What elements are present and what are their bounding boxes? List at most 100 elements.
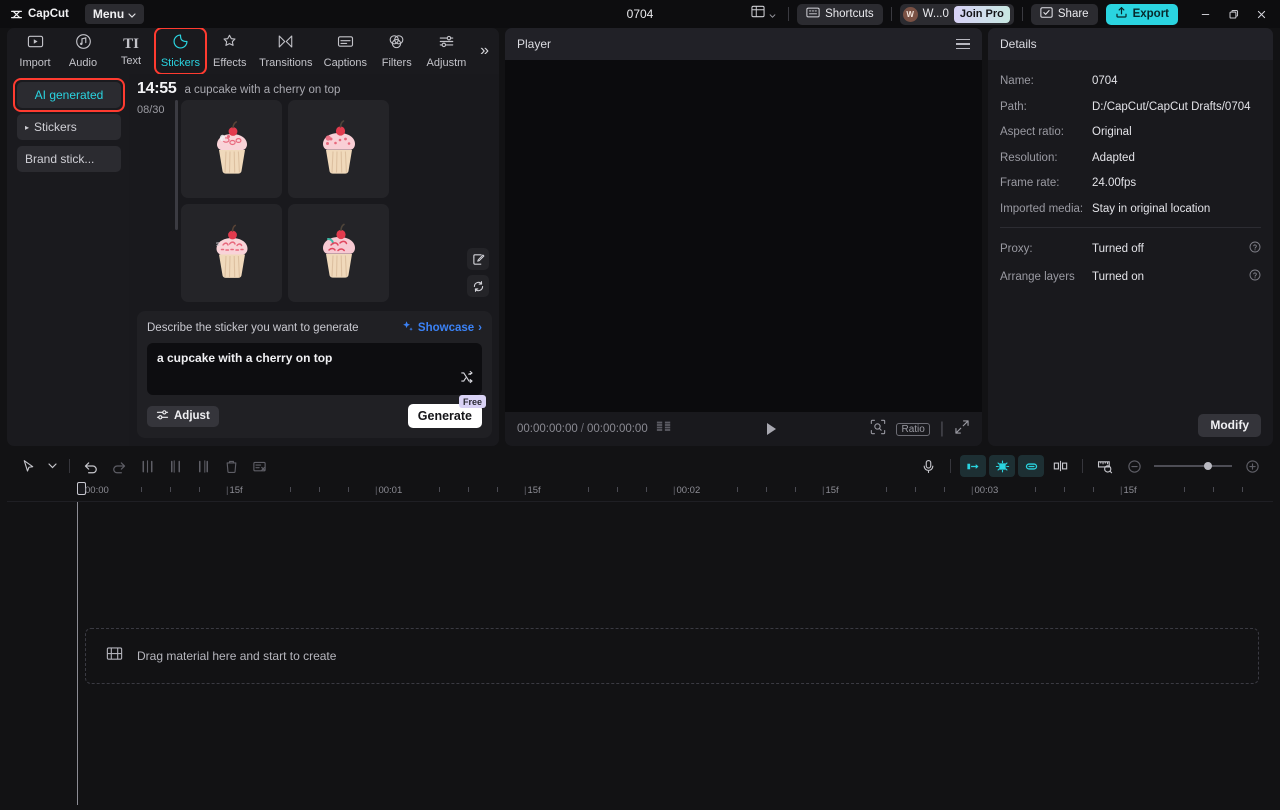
sticker-thumbnail[interactable]: [181, 100, 282, 198]
maximize-button[interactable]: [1220, 2, 1246, 26]
select-tool[interactable]: [15, 455, 41, 477]
generate-label: Generate: [418, 409, 472, 423]
dropzone-label: Drag material here and start to create: [137, 649, 336, 663]
ratio-button[interactable]: Ratio: [896, 423, 929, 436]
frame-view-icon[interactable]: [656, 420, 672, 438]
export-button[interactable]: Export: [1106, 4, 1178, 25]
split-button[interactable]: [134, 455, 160, 477]
edit-icon[interactable]: [467, 248, 489, 270]
showcase-link[interactable]: Showcase ›: [401, 320, 482, 336]
help-icon[interactable]: [1249, 269, 1261, 285]
close-button[interactable]: [1248, 2, 1274, 26]
timeline-tracks[interactable]: Drag material here and start to create: [7, 502, 1273, 805]
snap-left-button[interactable]: [960, 455, 986, 477]
user-account[interactable]: W W...0 Join Pro: [900, 4, 1014, 25]
scrollbar-thumb[interactable]: [175, 100, 178, 230]
fullscreen-icon[interactable]: [954, 419, 970, 440]
ruler-label: 00:03: [974, 485, 998, 496]
tab-filters[interactable]: Filters: [373, 29, 421, 73]
cupcake-sticker-1-icon: [199, 118, 265, 180]
zoom-fit-icon[interactable]: [870, 419, 886, 440]
sidebar-item-brand-stickers[interactable]: Brand stick...: [17, 146, 121, 172]
zoom-out-button[interactable]: [1121, 455, 1147, 477]
divider: |: [940, 420, 944, 438]
share-button[interactable]: Share: [1031, 4, 1098, 25]
tab-effects[interactable]: Effects: [206, 29, 254, 73]
auto-snap-button[interactable]: [989, 455, 1015, 477]
zoom-slider[interactable]: [1154, 465, 1232, 467]
sticker-grid-wrap: s: [181, 100, 459, 305]
sidebar-item-label: Stickers: [34, 120, 77, 134]
timeline-dropzone[interactable]: Drag material here and start to create: [85, 628, 1259, 684]
playhead-line[interactable]: [77, 502, 78, 805]
sticker-thumbnail[interactable]: s: [181, 204, 282, 302]
zoom-in-button[interactable]: [1239, 455, 1265, 477]
modify-button[interactable]: Modify: [1198, 414, 1261, 437]
tab-stickers[interactable]: Stickers: [155, 29, 206, 73]
effects-icon: [221, 33, 238, 55]
measure-button[interactable]: [1092, 455, 1118, 477]
zoom-slider-knob[interactable]: [1204, 462, 1212, 470]
sidebar-item-ai-generated[interactable]: AI generated: [17, 82, 121, 108]
time-separator: /: [581, 423, 584, 435]
ruler-minor-tick: [1093, 487, 1094, 492]
shuffle-icon[interactable]: [460, 370, 474, 389]
tab-transitions[interactable]: Transitions: [254, 29, 318, 73]
trim-right-button[interactable]: [190, 455, 216, 477]
tab-captions[interactable]: Captions: [318, 29, 373, 73]
cupcake-sticker-2-icon: [306, 118, 372, 180]
detail-key: Name:: [1000, 74, 1092, 88]
total-time: 00:00:00:00: [587, 423, 648, 435]
undo-button[interactable]: [78, 455, 104, 477]
ruler-minor-tick: [439, 487, 440, 492]
play-icon[interactable]: [767, 423, 776, 435]
prompt-input[interactable]: a cupcake with a cherry on top: [147, 343, 482, 395]
prompt-input-value: a cupcake with a cherry on top: [157, 351, 472, 365]
sidebar-item-stickers[interactable]: ▸ Stickers: [17, 114, 121, 140]
minimize-button[interactable]: [1192, 2, 1218, 26]
player-title: Player: [517, 37, 551, 51]
tab-text[interactable]: TI Text: [107, 29, 155, 73]
adjust-button[interactable]: Adjust: [147, 406, 219, 427]
layout-selector[interactable]: [747, 3, 780, 25]
sticker-scrollbar[interactable]: [175, 100, 178, 302]
sticker-thumbnail[interactable]: [288, 100, 389, 198]
tab-audio[interactable]: Audio: [59, 29, 107, 73]
sticker-thumbnail[interactable]: [288, 204, 389, 302]
transitions-icon: [277, 33, 294, 55]
more-tabs-button[interactable]: »: [474, 42, 495, 60]
snap-right-button[interactable]: [1018, 455, 1044, 477]
ruler-minor-tick: [141, 487, 142, 492]
detail-row-resolution: Resolution: Adapted: [1000, 151, 1261, 165]
tab-adjustment[interactable]: Adjustm: [421, 29, 472, 73]
timeline-toolbar: [7, 452, 1273, 480]
library-tabs: Import Audio TI Text Stickers: [7, 28, 499, 74]
player-view-options: Ratio |: [870, 419, 970, 440]
join-pro-badge[interactable]: Join Pro: [954, 6, 1010, 23]
user-name: W...0: [923, 8, 949, 20]
ruler-label: 15f: [229, 485, 242, 496]
prompt-label: Describe the sticker you want to generat…: [147, 322, 359, 334]
zoom-slider-track[interactable]: [1154, 465, 1232, 467]
generation-date: 08/30: [137, 100, 173, 305]
shortcuts-button[interactable]: Shortcuts: [797, 4, 883, 25]
record-audio-button[interactable]: [915, 455, 941, 477]
hamburger-icon[interactable]: [956, 39, 970, 50]
tab-import[interactable]: Import: [11, 29, 59, 73]
menu-button[interactable]: Menu: [85, 4, 144, 24]
freeze-button[interactable]: [246, 455, 272, 477]
trim-left-button[interactable]: [162, 455, 188, 477]
refresh-icon[interactable]: [467, 275, 489, 297]
delete-button[interactable]: [218, 455, 244, 477]
help-icon[interactable]: [1249, 241, 1261, 257]
timeline-ruler[interactable]: 00:00 |15f |00:01 |15f |00:02 |15f |00: [7, 480, 1273, 502]
redo-button[interactable]: [106, 455, 132, 477]
layout-icon: [751, 5, 765, 23]
player-canvas[interactable]: [505, 60, 982, 412]
library-panel: Import Audio TI Text Stickers: [7, 28, 499, 446]
detail-value: Stay in original location: [1092, 202, 1210, 216]
divider: [69, 459, 70, 473]
sticker-grid: s: [181, 100, 459, 302]
tool-dropdown[interactable]: [43, 455, 61, 477]
mirror-split-button[interactable]: [1047, 455, 1073, 477]
